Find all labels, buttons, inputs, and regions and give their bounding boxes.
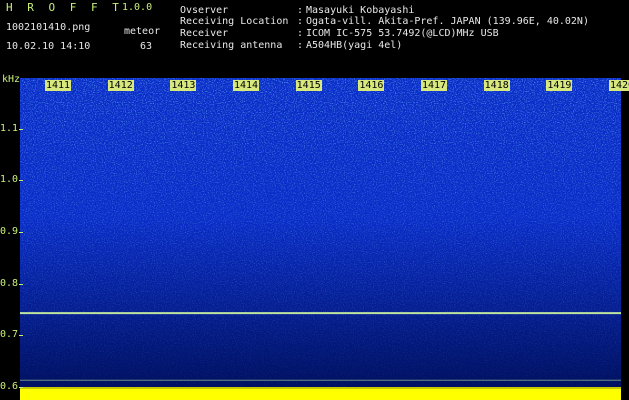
y-tick-label: 1.1 [0, 122, 23, 134]
x-tick-label: 1415 [295, 80, 322, 91]
x-tick-label: 1413 [170, 80, 197, 91]
location-value: Ogata-vill. Akita-Pref. JAPAN (139.96E, … [306, 16, 589, 27]
x-tick-label: 1419 [546, 80, 573, 91]
y-axis-unit: kHz [2, 74, 21, 85]
datetime-label: 10.02.10 14:10 [6, 41, 91, 52]
x-tick-label: 1412 [107, 80, 134, 91]
y-tick-label: 0.9 [0, 226, 23, 237]
y-tick-label: 1.0 [0, 174, 23, 186]
observer-value: Masayuki Kobayashi [306, 5, 415, 16]
app-title: H R O F F T [6, 1, 123, 14]
spectrogram-svg [20, 78, 621, 388]
antenna-value: A504HB(yagi 4el) [306, 40, 403, 51]
antenna-sep: : [297, 40, 304, 51]
x-tick-label: 1411 [45, 80, 72, 91]
x-tick-label: 1420 [609, 80, 629, 91]
x-tick-label: 1416 [358, 80, 385, 91]
mode-label: meteor [124, 26, 161, 37]
spectrogram [20, 78, 621, 388]
location-label: Receiving Location [180, 16, 289, 27]
observer-sep: : [297, 5, 304, 16]
filename-label: 1002101410.png [6, 22, 91, 33]
location-sep: : [297, 16, 304, 27]
app-version: 1.0.0 [122, 2, 153, 13]
y-tick-label: 0.7 [0, 329, 23, 341]
bottom-status-bar [20, 389, 621, 400]
x-tick-label: 1417 [421, 80, 448, 91]
y-tick-label: 0.8 [0, 277, 23, 289]
observer-label: Ovserver [180, 5, 229, 16]
y-tick-label: 0.6 [0, 381, 23, 392]
receiver-value: ICOM IC-575 53.7492(@LCD)MHz USB [306, 28, 499, 39]
x-tick-label: 1418 [483, 80, 510, 91]
x-tick-label: 1414 [233, 80, 260, 91]
antenna-label: Receiving antenna [180, 40, 283, 51]
receiver-label: Receiver [180, 28, 229, 39]
receiver-sep: : [297, 28, 304, 39]
meteor-count: 63 [140, 41, 153, 52]
